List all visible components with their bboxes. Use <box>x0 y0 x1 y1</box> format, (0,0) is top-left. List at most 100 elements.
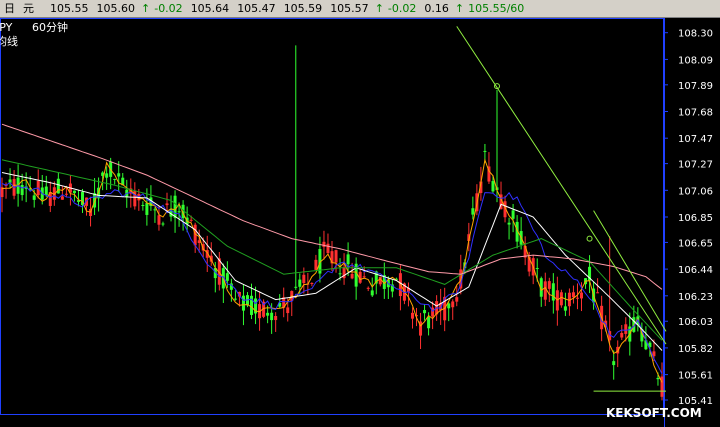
price-tick-label: 108.09 <box>678 55 713 66</box>
price-bar <box>427 317 431 329</box>
quote-toolbar: 日元 105.55 105.60 ↑ -0.02 105.64 105.47 105.59 10… <box>0 0 720 18</box>
price-tick-label: 107.06 <box>678 186 713 197</box>
price-bar <box>322 241 326 247</box>
quote-field: -0.02 <box>387 2 417 15</box>
price-bar <box>157 215 161 225</box>
price-bar <box>362 276 366 278</box>
price-tick-label: 106.44 <box>678 265 713 276</box>
price-bar <box>64 193 68 195</box>
watermark-logo: KEKSOFT.COM <box>606 406 702 420</box>
quote-field: 105.60 <box>96 2 136 15</box>
price-bar <box>563 306 567 311</box>
price-bar <box>165 203 169 206</box>
price-tick-label: 107.89 <box>678 81 713 92</box>
price-bar <box>310 282 314 284</box>
price-tick-label: 107.27 <box>678 160 713 171</box>
price-bar <box>535 268 539 270</box>
price-bar <box>370 290 374 296</box>
quote-field: -0.02 <box>154 2 183 15</box>
price-bar <box>491 181 495 192</box>
quote-field: 105.47 <box>237 2 276 15</box>
price-bar <box>346 254 350 265</box>
quote-field: 105.64 <box>190 2 230 15</box>
price-bar <box>656 377 660 380</box>
price-bar <box>225 273 229 281</box>
quote-field: 105.55/60 <box>468 2 525 15</box>
price-bar <box>620 332 624 338</box>
chart-period-label: 60分钟 <box>32 20 68 34</box>
price-bar <box>350 273 354 279</box>
price-bar <box>145 203 149 215</box>
price-bar <box>60 196 64 200</box>
price-bar <box>286 307 290 314</box>
price-bar <box>596 292 600 294</box>
plot-frame <box>0 18 664 415</box>
chart-symbol-label: JPY <box>0 21 13 34</box>
price-bar <box>543 281 547 300</box>
price-bar <box>298 279 302 287</box>
quote-field: 105.57 <box>330 2 369 15</box>
price-bar <box>455 297 459 302</box>
price-bar <box>624 324 628 334</box>
price-bar <box>410 312 414 319</box>
price-bar <box>241 295 245 311</box>
price-bar <box>471 208 475 215</box>
moving-average-line <box>1 158 663 383</box>
quote-field: 105.59 <box>283 2 323 15</box>
price-bar <box>575 297 579 299</box>
price-bar <box>507 222 511 225</box>
price-bar <box>334 250 338 263</box>
price-bar <box>580 292 584 299</box>
price-tick-label: 105.82 <box>678 344 713 355</box>
price-bar <box>32 195 36 200</box>
price-bar <box>177 211 181 213</box>
price-tick-label: 108.30 <box>678 29 713 40</box>
price-bar <box>547 281 551 289</box>
price-bar <box>117 173 121 177</box>
price-tick-label: 106.65 <box>678 238 713 249</box>
price-bar <box>294 286 298 288</box>
quote-field: 105.55 <box>50 2 89 15</box>
price-bar <box>366 287 370 289</box>
price-bar <box>511 210 515 219</box>
price-tick-label: 106.23 <box>678 292 713 303</box>
price-bar <box>338 273 342 275</box>
price-bar <box>72 190 76 194</box>
price-bar <box>423 310 427 314</box>
price-tick-label: 107.47 <box>678 134 713 145</box>
price-bar <box>451 301 455 308</box>
price-bar <box>551 283 555 301</box>
moving-average-line <box>1 181 663 375</box>
chart-indicator-label: 均线 <box>0 34 18 48</box>
price-bar <box>141 204 145 206</box>
up-arrow-icon: ↑ <box>141 2 151 15</box>
price-bar <box>326 243 330 254</box>
trendline-anchor-marker <box>586 235 593 242</box>
price-bar <box>270 312 274 321</box>
price-bar <box>483 150 487 152</box>
price-bar <box>314 259 318 270</box>
price-bar <box>189 219 193 221</box>
price-bar <box>233 298 237 300</box>
price-tick-label: 105.61 <box>678 371 713 382</box>
price-bar <box>559 292 563 306</box>
price-tick-label: 106.85 <box>678 213 713 224</box>
price-bar <box>250 295 254 315</box>
price-bar <box>113 178 117 180</box>
price-bar <box>173 195 177 218</box>
price-bar <box>20 184 24 196</box>
price-bar <box>161 223 165 225</box>
price-bar <box>612 361 616 366</box>
price-chart[interactable]: 108.30 108.09 107.89 107.68 107.47 107.27 107.… <box>0 18 720 427</box>
price-bar <box>153 209 157 211</box>
price-bar <box>302 274 306 284</box>
up-arrow-icon: ↑ <box>374 2 384 15</box>
price-tick-label: 106.03 <box>678 317 713 328</box>
price-tick-label: 107.68 <box>678 108 713 119</box>
quote-field: 元 <box>23 2 34 15</box>
quote-field: 0.16 <box>424 2 449 15</box>
price-bar <box>44 186 48 196</box>
up-arrow-icon: ↑ <box>454 2 465 15</box>
price-bar <box>274 315 278 321</box>
quote-field: 日 <box>4 2 15 15</box>
